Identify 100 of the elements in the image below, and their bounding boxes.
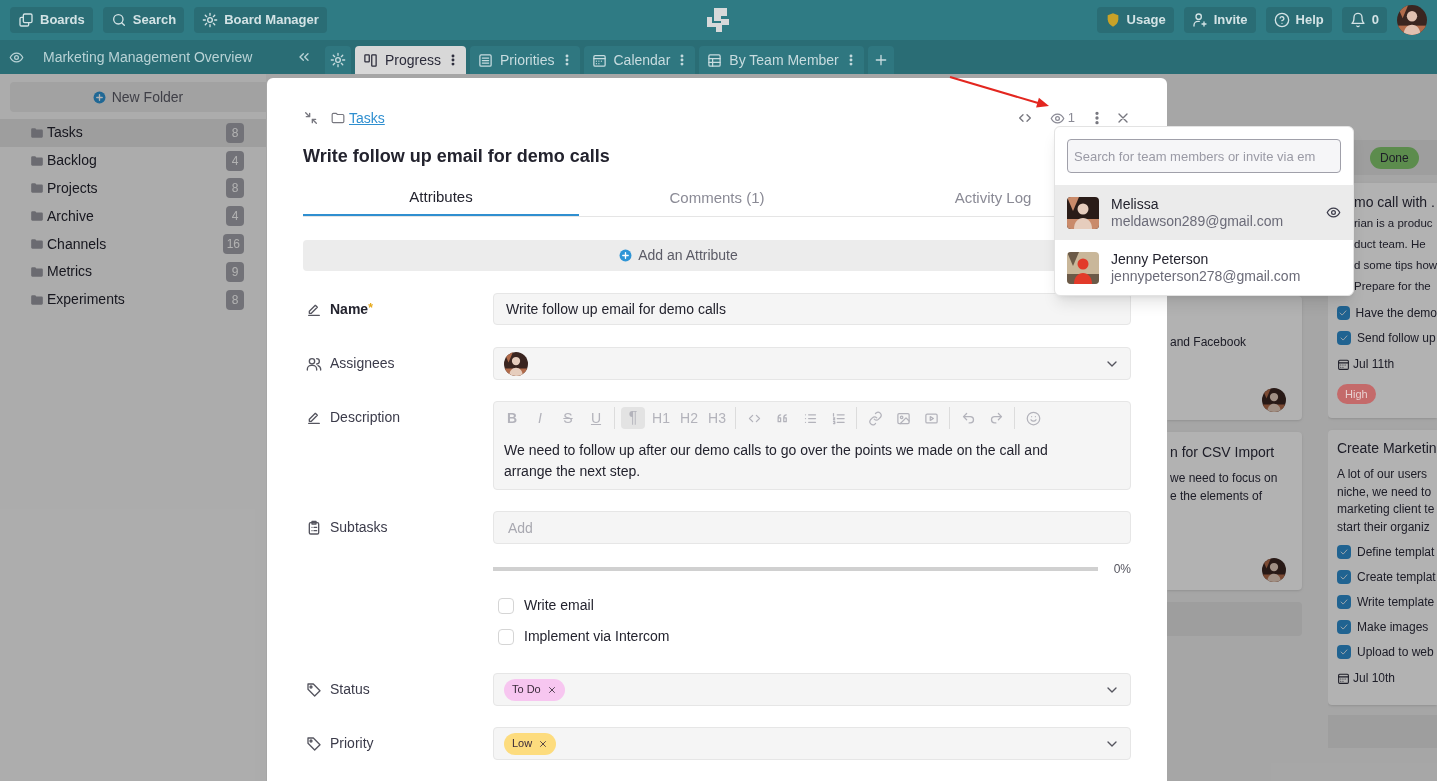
card-text: duct team. He xyxy=(1353,237,1427,252)
checkbox[interactable] xyxy=(1337,569,1351,584)
checkbox[interactable] xyxy=(498,628,514,645)
count-badge: 8 xyxy=(226,289,244,310)
tab[interactable]: Comments (1) xyxy=(579,180,855,216)
folder-item[interactable]: Tasks 8 xyxy=(0,119,266,147)
checkbox[interactable] xyxy=(1337,619,1351,634)
add-attribute-button[interactable]: Add an Attribute xyxy=(303,240,1054,271)
card-text: start their organiz xyxy=(1337,518,1431,536)
boards-icon xyxy=(18,12,34,28)
folder-icon xyxy=(30,292,44,307)
help-button[interactable]: Help xyxy=(1265,7,1332,33)
checkbox[interactable] xyxy=(1337,644,1351,659)
field-label: Priority xyxy=(330,734,374,753)
card-title: Create Marketin xyxy=(1337,439,1437,458)
check-icon xyxy=(1339,571,1349,582)
checkbox[interactable] xyxy=(1337,544,1351,559)
view-tab[interactable]: Calendar xyxy=(583,46,696,74)
kanban-icon xyxy=(363,52,378,68)
folder-icon xyxy=(331,111,345,125)
tag[interactable]: Low xyxy=(504,732,557,755)
check-icon xyxy=(1339,621,1349,632)
add-card-bar[interactable] xyxy=(1167,602,1302,636)
due-date: Jul 11th xyxy=(1353,356,1395,373)
checklist-item-label: Have the demo xyxy=(1355,304,1437,322)
count-badge: 8 xyxy=(226,122,244,143)
view-tab[interactable]: Progress xyxy=(355,46,467,74)
card-text: niche, we need to xyxy=(1337,483,1433,501)
name-field[interactable]: Write follow up email for demo calls xyxy=(493,293,1131,325)
card-title: n for CSV Import xyxy=(1170,443,1276,462)
select-field[interactable] xyxy=(493,347,1131,380)
checklist-item-label: Upload to web xyxy=(1357,643,1434,661)
card-text: A lot of our users xyxy=(1337,466,1429,483)
folder-icon xyxy=(30,153,44,168)
settings-button[interactable] xyxy=(325,46,351,74)
breadcrumb-link[interactable]: Tasks xyxy=(349,107,385,129)
check-icon xyxy=(1339,596,1349,607)
help-icon xyxy=(1273,12,1290,28)
notifications-button[interactable]: 0 xyxy=(1341,7,1387,33)
folder-item[interactable]: Experiments 8 xyxy=(0,285,266,314)
task-card[interactable]: n for CSV Import we need to focus on e the elements of xyxy=(1167,432,1302,590)
view-tab[interactable]: Priorities xyxy=(470,46,580,74)
card-text: we need to focus on xyxy=(1170,470,1279,487)
redo-icon xyxy=(988,410,1004,426)
task-card[interactable]: and Facebook xyxy=(1167,296,1302,420)
description-text: We need to follow up after our demo calls to go over the points we made on the call and arrange the next step. xyxy=(503,441,1049,481)
count-badge: 4 xyxy=(226,206,244,227)
subtask-field[interactable]: Add xyxy=(493,511,1131,544)
due-date: Jul 10th xyxy=(1353,670,1396,688)
board-manager-button[interactable]: Board Manager xyxy=(194,7,327,33)
count-badge: 16 xyxy=(222,234,244,255)
member-item[interactable]: Melissa meldawson289@gmail.com xyxy=(1055,185,1353,240)
add-view-button[interactable] xyxy=(867,46,894,74)
boards-button[interactable]: Boards xyxy=(10,7,93,33)
eye-icon xyxy=(1049,110,1065,126)
description-editor[interactable]: B I S U ¶ H1 H2 H3 We need to follow up after our demo calls to go over the points we made on the call and arrange the next step. xyxy=(493,401,1131,490)
tab[interactable]: Attributes xyxy=(303,180,579,216)
checkbox[interactable] xyxy=(498,597,514,614)
folder-item[interactable]: Archive 4 xyxy=(0,202,266,231)
member-search-field[interactable]: Search for team members or invite via em xyxy=(1067,139,1341,173)
invite-button[interactable]: Invite xyxy=(1183,7,1256,33)
watchers-button[interactable]: 1 xyxy=(1049,108,1075,128)
priority-tag: High xyxy=(1337,384,1376,404)
field-label: Name* xyxy=(330,300,373,319)
check-icon xyxy=(1339,546,1349,557)
usage-button[interactable]: Usage xyxy=(1096,7,1174,33)
tag-icon xyxy=(306,735,322,752)
numbered-list-icon xyxy=(830,410,846,426)
remove-icon xyxy=(546,684,557,695)
settings-icon xyxy=(202,12,219,28)
checkbox[interactable] xyxy=(1337,305,1350,320)
settings-icon xyxy=(330,52,346,68)
select-field[interactable]: Low xyxy=(493,727,1131,760)
status-badge: Done xyxy=(1370,146,1419,169)
select-field[interactable]: To Do xyxy=(493,673,1131,706)
calendar-icon xyxy=(591,52,607,68)
search-button[interactable]: Search xyxy=(102,7,185,33)
count-badge: 8 xyxy=(226,178,244,199)
card-text: Prepare for the xyxy=(1353,279,1432,294)
field-label: Assignees xyxy=(330,354,395,373)
new-folder-button[interactable]: New Folder xyxy=(10,82,266,112)
checkbox[interactable] xyxy=(1337,594,1351,609)
plus-circle-icon xyxy=(92,90,106,104)
count-badge: 4 xyxy=(226,150,244,171)
checkbox[interactable] xyxy=(1337,330,1351,345)
checklist-item-label: Create templat xyxy=(1357,568,1436,586)
calendar-icon xyxy=(1337,671,1350,685)
field-label: Subtasks xyxy=(330,518,388,537)
folder-item[interactable]: Channels 16 xyxy=(0,230,266,258)
view-tab[interactable]: By Team Member xyxy=(699,46,864,74)
folder-item[interactable]: Projects 8 xyxy=(0,174,266,203)
task-title: Write follow up email for demo calls xyxy=(303,145,610,168)
folder-item[interactable]: Backlog 4 xyxy=(0,146,266,175)
clipboard-icon xyxy=(306,519,322,536)
folder-item[interactable]: Metrics 9 xyxy=(0,258,266,286)
folder-icon xyxy=(30,125,44,140)
video-icon xyxy=(923,410,939,426)
member-email: jennypeterson278@gmail.com xyxy=(1111,267,1301,285)
task-card[interactable]: Create Marketin A lot of our users niche, we need to marketing client te start their organiz Define templat Create templat Write template Make images Upload to web Jul 10th xyxy=(1328,430,1437,705)
tag[interactable]: To Do xyxy=(504,678,565,701)
